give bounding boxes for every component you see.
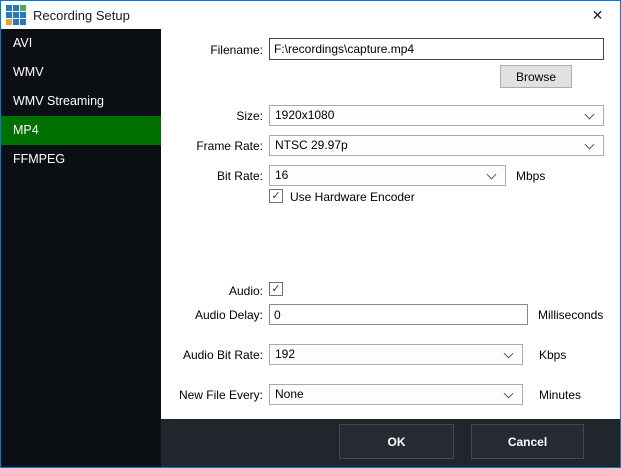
filename-label: Filename: bbox=[161, 42, 263, 58]
window-title: Recording Setup bbox=[33, 8, 130, 23]
audio-checkbox[interactable]: ✓ bbox=[269, 282, 283, 296]
sidebar-item-mp4[interactable]: MP4 bbox=[1, 116, 161, 145]
audio-label: Audio: bbox=[161, 283, 263, 299]
close-button[interactable]: ✕ bbox=[575, 1, 620, 29]
hardware-encoder-label: Use Hardware Encoder bbox=[290, 189, 415, 205]
settings-form: Filename: Browse Size: 1920x1080 Frame R… bbox=[161, 29, 620, 419]
frame-rate-value: NTSC 29.97p bbox=[275, 138, 348, 152]
cancel-button[interactable]: Cancel bbox=[471, 424, 584, 459]
new-file-every-select[interactable]: None bbox=[269, 384, 523, 405]
bit-rate-unit: Mbps bbox=[516, 168, 545, 184]
close-icon: ✕ bbox=[592, 7, 604, 24]
sidebar-item-wmv-streaming[interactable]: WMV Streaming bbox=[1, 87, 161, 116]
chevron-down-icon bbox=[504, 349, 514, 359]
chevron-down-icon bbox=[487, 170, 497, 180]
recording-setup-dialog: Recording Setup ✕ AVI WMV WMV Streaming … bbox=[0, 0, 621, 468]
sidebar-item-avi[interactable]: AVI bbox=[1, 29, 161, 58]
audio-bit-rate-label: Audio Bit Rate: bbox=[161, 347, 263, 363]
titlebar: Recording Setup ✕ bbox=[1, 1, 620, 29]
frame-rate-select[interactable]: NTSC 29.97p bbox=[269, 135, 604, 156]
size-select[interactable]: 1920x1080 bbox=[269, 105, 604, 126]
chevron-down-icon bbox=[585, 140, 595, 150]
audio-bit-rate-unit: Kbps bbox=[539, 347, 566, 363]
new-file-every-label: New File Every: bbox=[161, 387, 263, 403]
new-file-every-unit: Minutes bbox=[539, 387, 581, 403]
sidebar: AVI WMV WMV Streaming MP4 FFMPEG bbox=[1, 29, 161, 467]
sidebar-item-wmv[interactable]: WMV bbox=[1, 58, 161, 87]
filename-input[interactable] bbox=[269, 38, 604, 60]
chevron-down-icon bbox=[504, 389, 514, 399]
bit-rate-label: Bit Rate: bbox=[161, 168, 263, 184]
size-label: Size: bbox=[161, 108, 263, 124]
audio-delay-label: Audio Delay: bbox=[161, 307, 263, 323]
size-value: 1920x1080 bbox=[275, 108, 334, 122]
vmix-logo-icon bbox=[6, 5, 26, 25]
audio-delay-unit: Milliseconds bbox=[538, 307, 603, 323]
browse-button[interactable]: Browse bbox=[500, 65, 572, 88]
sidebar-item-ffmpeg[interactable]: FFMPEG bbox=[1, 145, 161, 174]
bit-rate-value: 16 bbox=[275, 168, 288, 182]
audio-delay-input[interactable] bbox=[269, 304, 528, 325]
bit-rate-select[interactable]: 16 bbox=[269, 165, 506, 186]
hardware-encoder-checkbox[interactable]: ✓ bbox=[269, 189, 283, 203]
ok-button[interactable]: OK bbox=[339, 424, 454, 459]
audio-bit-rate-select[interactable]: 192 bbox=[269, 344, 523, 365]
frame-rate-label: Frame Rate: bbox=[161, 138, 263, 154]
chevron-down-icon bbox=[585, 110, 595, 120]
footer-bar: OK Cancel bbox=[161, 419, 620, 467]
new-file-every-value: None bbox=[275, 387, 304, 401]
audio-bit-rate-value: 192 bbox=[275, 347, 295, 361]
